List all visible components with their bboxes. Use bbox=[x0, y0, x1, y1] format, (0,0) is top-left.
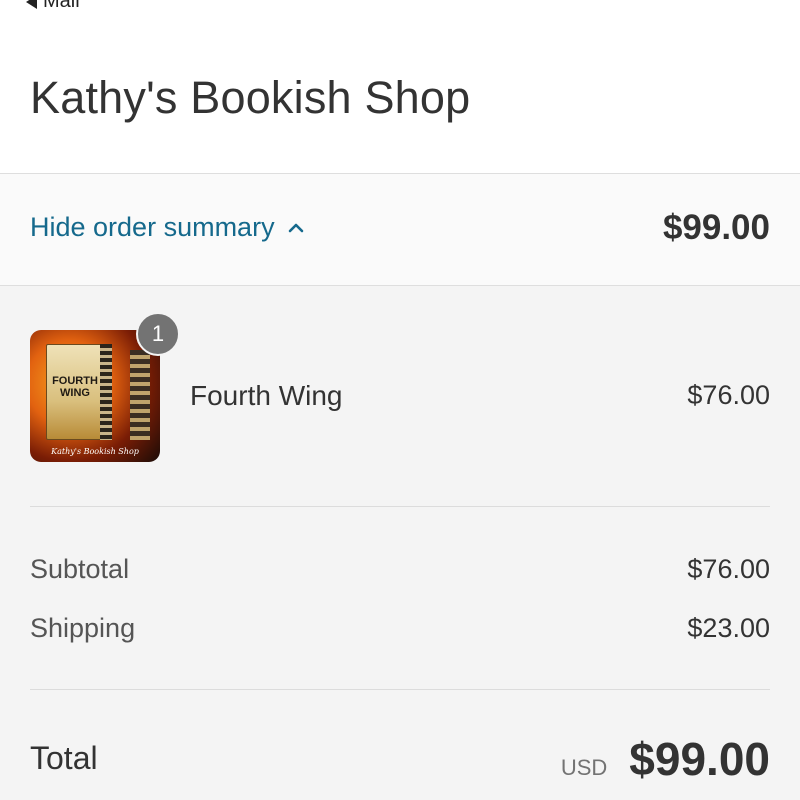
shipping-row: Shipping $23.00 bbox=[30, 613, 770, 649]
hide-order-summary-toggle[interactable]: Hide order summary bbox=[30, 212, 307, 243]
total-row: Total USD $99.00 bbox=[30, 732, 770, 788]
toggle-label: Hide order summary bbox=[30, 212, 275, 242]
shipping-value: $23.00 bbox=[687, 613, 770, 643]
total-amount: USD $99.00 bbox=[561, 732, 770, 786]
shipping-label: Shipping bbox=[30, 613, 136, 643]
chevron-up-icon bbox=[288, 223, 303, 232]
book-cover: FOURTH WING bbox=[46, 344, 102, 440]
back-to-app-link[interactable]: Mail bbox=[26, 0, 80, 13]
item-name: Fourth Wing bbox=[190, 380, 343, 411]
subtotal-row: Subtotal $76.00 bbox=[30, 554, 770, 590]
back-app-label: Mail bbox=[43, 0, 80, 12]
book-sprayed-edge bbox=[100, 344, 112, 440]
quantity-badge: 1 bbox=[136, 312, 180, 356]
thumbnail-title: FOURTH WING bbox=[52, 375, 98, 399]
back-arrow-icon bbox=[26, 0, 37, 9]
checkout-page: Mail Kathy's Bookish Shop Hide order sum… bbox=[0, 0, 800, 800]
currency-code: USD bbox=[560, 755, 608, 780]
subtotal-value: $76.00 bbox=[687, 554, 770, 584]
item-price: $76.00 bbox=[687, 380, 770, 410]
total-label: Total bbox=[30, 740, 98, 776]
divider bbox=[30, 506, 770, 507]
divider bbox=[30, 689, 770, 690]
product-thumbnail: FOURTH WING Kathy's Bookish Shop bbox=[30, 330, 160, 462]
order-summary-bar: Hide order summary $99.00 bbox=[0, 174, 800, 286]
summary-total: $99.00 bbox=[662, 208, 770, 247]
shop-name[interactable]: Kathy's Bookish Shop bbox=[30, 72, 470, 124]
line-item: FOURTH WING Kathy's Bookish Shop 1 Fourt… bbox=[30, 312, 770, 462]
grand-total-value: $99.00 bbox=[629, 733, 770, 785]
order-summary-panel: FOURTH WING Kathy's Bookish Shop 1 Fourt… bbox=[0, 286, 800, 800]
subtotal-label: Subtotal bbox=[30, 554, 130, 584]
book-spine bbox=[130, 350, 150, 440]
thumbnail-signature: Kathy's Bookish Shop bbox=[51, 447, 139, 456]
shop-header: Mail Kathy's Bookish Shop bbox=[0, 0, 800, 174]
